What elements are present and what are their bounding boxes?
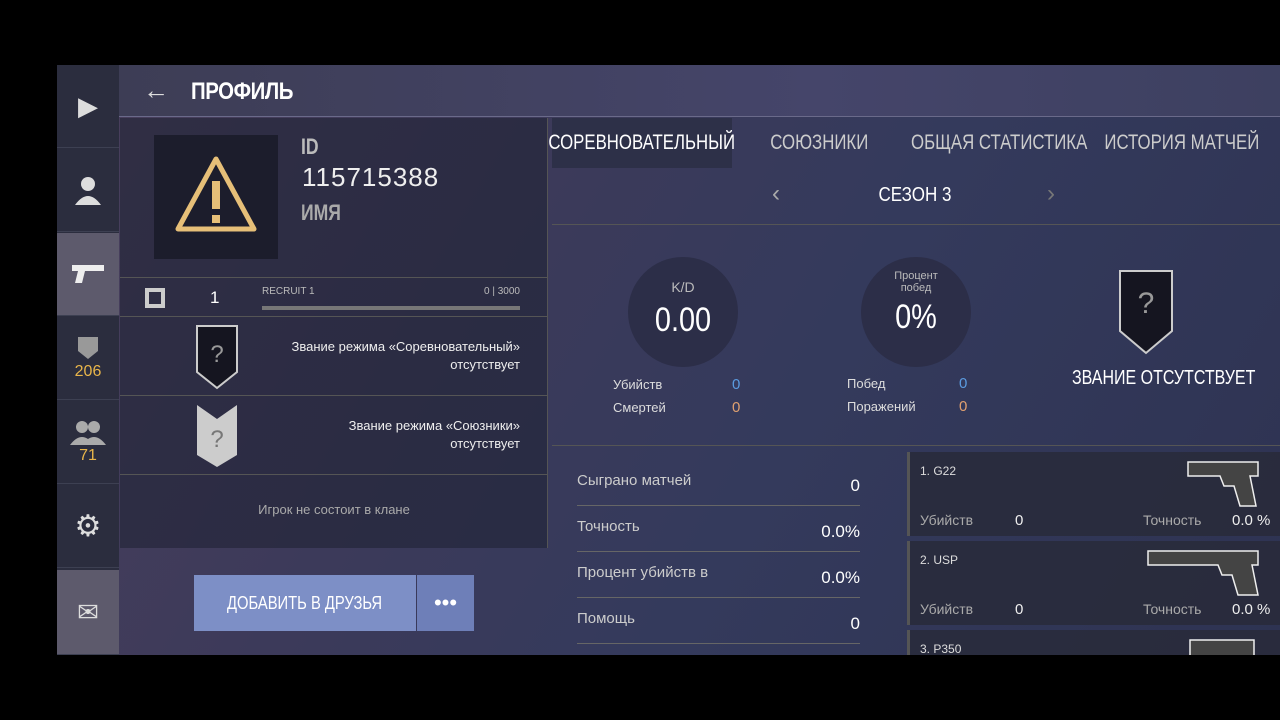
game-screen: ▶ 206 71 ⚙ ✉ ← ПРОФИЛЬ ID 115715388 ИМЯ … — [57, 65, 1280, 655]
weapon-card[interactable]: 2. USP Убийств 0 Точность 0.0 % — [907, 541, 1280, 625]
tab-competitive[interactable]: СОРЕВНОВАТЕЛЬНЫЙ — [549, 118, 735, 168]
weapon-accuracy: 0.0 % — [1232, 601, 1271, 618]
stat-row: Точность 0.0% — [577, 506, 860, 552]
sidebar: ▶ 206 71 ⚙ ✉ — [57, 65, 119, 655]
wins-label: Побед — [847, 376, 886, 391]
stat-row: Помощь 0 — [577, 598, 860, 644]
rank-name: RECRUIT 1 — [262, 286, 315, 297]
allies-badge-icon: ? — [197, 405, 237, 467]
friends-button[interactable]: 71 — [57, 401, 119, 484]
rank-emblem-icon — [78, 337, 98, 359]
gear-icon: ⚙ — [74, 509, 102, 543]
mail-button[interactable]: ✉ — [57, 570, 119, 655]
season-prev-button[interactable]: ‹ — [772, 180, 780, 208]
xp-value: 0 | 3000 — [484, 286, 520, 297]
stat-row: Сыграно матчей 0 — [577, 460, 860, 506]
tab-allies[interactable]: СОЮЗНИКИ — [732, 118, 907, 168]
mail-icon: ✉ — [77, 596, 99, 627]
friends-count: 71 — [79, 447, 97, 464]
add-friend-button[interactable]: ДОБАВИТЬ В ДРУЗЬЯ — [194, 575, 416, 631]
weapon-name: 2. USP — [920, 553, 959, 567]
stats-table: Сыграно матчей 0 Точность 0.0% Процент уби… — [577, 460, 860, 644]
tab-general-stats[interactable]: ОБЩАЯ СТАТИСТИКА — [907, 118, 1092, 168]
profile-button[interactable] — [57, 149, 119, 232]
warning-icon — [175, 156, 257, 232]
weapon-accuracy-label: Точность — [1143, 512, 1202, 528]
tab-match-history[interactable]: ИСТОРИЯ МАТЧЕЙ — [1092, 118, 1272, 168]
weapon-kills-label: Убийств — [920, 601, 974, 617]
inventory-button[interactable] — [57, 233, 119, 316]
tabs: СОРЕВНОВАТЕЛЬНЫЙ СОЮЗНИКИ ОБЩАЯ СТАТИСТИ… — [549, 118, 1280, 168]
svg-text:?: ? — [210, 341, 223, 368]
pistol-icon — [72, 265, 104, 283]
level-value: 1 — [210, 288, 220, 307]
weapon-card[interactable]: 1. G22 Убийств 0 Точность 0.0 % — [907, 452, 1280, 536]
rank-badge-icon: ? — [1119, 270, 1173, 355]
deaths-value: 0 — [732, 399, 741, 416]
winrate-circle: Процент побед 0% — [861, 257, 971, 367]
season-label: СЕЗОН 3 — [878, 184, 952, 206]
stats-divider — [552, 445, 1280, 446]
silenced-pistol-icon — [1147, 550, 1259, 596]
winrate-value: 0% — [895, 298, 937, 336]
kd-circle: K/D 0.00 — [628, 257, 738, 367]
rank-line2: отсутствует — [450, 357, 520, 372]
clan-status: Игрок не состоит в клане — [258, 502, 410, 517]
rank-badge-icon: ? — [196, 325, 238, 390]
weapon-name: 1. G22 — [920, 464, 957, 478]
back-arrow-icon[interactable]: ← — [143, 75, 169, 106]
xp-progress-bar — [262, 306, 520, 310]
svg-text:?: ? — [1138, 287, 1155, 320]
settings-button[interactable]: ⚙ — [57, 485, 119, 568]
stat-row: Процент убийств в 0.0% — [577, 552, 860, 598]
wins-value: 0 — [959, 375, 968, 392]
level-icon — [145, 288, 165, 308]
weapon-accuracy: 0.0 % — [1232, 512, 1271, 529]
winrate-label2: побед — [900, 282, 932, 294]
page-title: ПРОФИЛЬ — [191, 78, 293, 105]
weapon-kills-label: Убийств — [920, 512, 974, 528]
losses-value: 0 — [959, 398, 968, 415]
allies-rank-row: ? Звание режима «Союзники» отсутствует — [120, 397, 548, 475]
pistol-icon — [1189, 639, 1255, 655]
rank-line2: отсутствует — [450, 436, 520, 451]
avatar[interactable] — [154, 135, 278, 259]
kd-label: K/D — [671, 279, 695, 295]
id-label: ID — [301, 134, 319, 159]
winrate-label: Процент — [894, 270, 938, 282]
deaths-label: Смертей — [613, 400, 666, 415]
more-options-button[interactable]: ••• — [417, 575, 474, 631]
season-selector: ‹ СЕЗОН 3 › — [552, 168, 1280, 225]
play-button[interactable]: ▶ — [57, 65, 119, 148]
kills-value: 0 — [732, 376, 741, 393]
rank-status: ЗВАНИЕ ОТСУТСТВУЕТ — [1072, 367, 1256, 389]
weapon-kills: 0 — [1015, 512, 1024, 529]
season-next-button[interactable]: › — [1047, 180, 1055, 208]
weapon-accuracy-label: Точность — [1143, 601, 1202, 617]
play-icon: ▶ — [78, 90, 98, 121]
kd-value: 0.00 — [654, 301, 712, 339]
svg-text:?: ? — [210, 426, 223, 453]
profile-panel: ID 115715388 ИМЯ 1 RECRUIT 1 0 | 3000 ? … — [120, 118, 548, 548]
level-row: 1 RECRUIT 1 0 | 3000 — [120, 277, 548, 317]
player-id: 115715388 — [302, 162, 440, 192]
competitive-rank-row: ? Звание режима «Соревновательный» отсутс… — [120, 318, 548, 396]
losses-label: Поражений — [847, 399, 916, 414]
rank-line1: Звание режима «Союзники» — [348, 418, 520, 433]
weapon-kills: 0 — [1015, 601, 1024, 618]
weapon-card[interactable]: 3. P350 — [907, 630, 1280, 655]
weapon-name: 3. P350 — [920, 642, 962, 655]
rank-count: 206 — [74, 363, 102, 380]
rank-line1: Звание режима «Соревновательный» — [291, 339, 520, 354]
header: ← ПРОФИЛЬ — [119, 65, 1280, 117]
friends-icon — [70, 421, 106, 445]
pistol-icon — [1187, 461, 1259, 507]
name-label: ИМЯ — [301, 200, 341, 225]
kills-label: Убийств — [613, 377, 663, 392]
user-icon — [75, 177, 101, 205]
rank-button[interactable]: 206 — [57, 317, 119, 400]
